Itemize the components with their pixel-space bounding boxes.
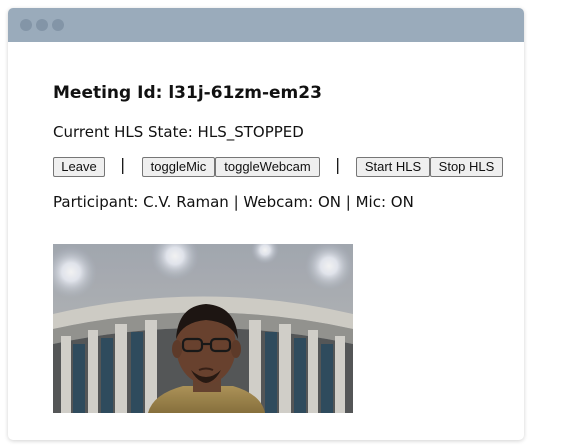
window-dot-icon <box>36 19 48 31</box>
start-hls-button[interactable]: Start HLS <box>356 157 430 177</box>
participant-webcam-video <box>53 244 353 413</box>
browser-window: Meeting Id: l31j-61zm-em23 Current HLS S… <box>8 8 524 440</box>
controls-separator: | <box>335 155 341 174</box>
stop-hls-button[interactable]: Stop HLS <box>430 157 503 177</box>
window-titlebar <box>8 8 524 42</box>
window-dot-icon <box>52 19 64 31</box>
toggle-mic-button[interactable]: toggleMic <box>142 157 215 177</box>
hls-state-text: Current HLS State: HLS_STOPPED <box>53 123 304 141</box>
window-dot-icon <box>20 19 32 31</box>
participant-info: Participant: C.V. Raman | Webcam: ON | M… <box>53 193 414 211</box>
meeting-controls: Leave | toggleMic toggleWebcam | Start H… <box>53 155 523 179</box>
meeting-view: Meeting Id: l31j-61zm-em23 Current HLS S… <box>53 42 514 440</box>
leave-button[interactable]: Leave <box>53 157 105 177</box>
toggle-webcam-button[interactable]: toggleWebcam <box>215 157 320 177</box>
controls-separator: | <box>120 155 126 174</box>
meeting-id-heading: Meeting Id: l31j-61zm-em23 <box>53 83 322 103</box>
webcam-frame-image <box>53 244 353 413</box>
